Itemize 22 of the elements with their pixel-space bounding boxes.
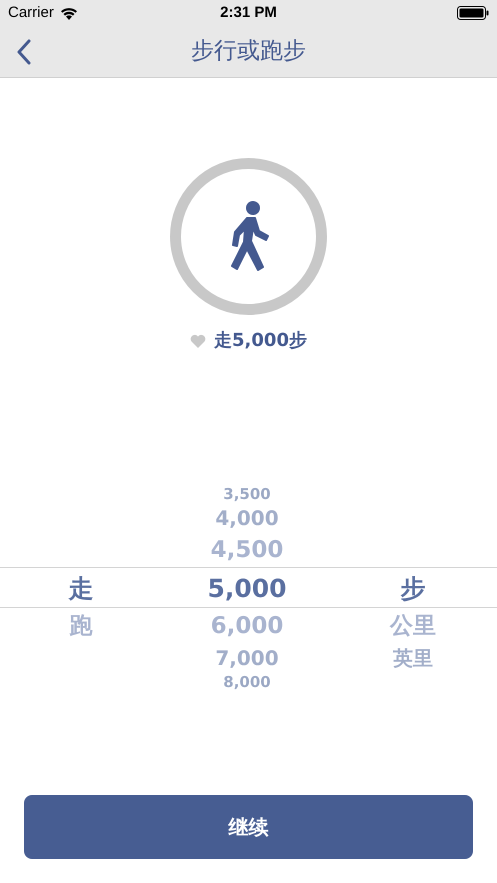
goal-caption: 走5,000步 — [214, 329, 307, 353]
picker-wheel[interactable]: 走 跑 3,500 4,000 4,500 5,000 6,000 7,000 8,000 步 公里 英里 — [0, 474, 497, 694]
picker-option[interactable]: 步 — [353, 576, 473, 600]
carrier-label: Carrier — [8, 2, 54, 23]
picker-option[interactable]: 6,000 — [187, 614, 307, 638]
picker-option[interactable]: 8,000 — [187, 674, 307, 690]
picker-option[interactable]: 公里 — [353, 614, 473, 638]
wifi-icon — [60, 6, 78, 20]
back-chevron-icon — [16, 38, 32, 64]
clock-time: 2:31 PM — [219, 2, 278, 23]
picker-option[interactable]: 5,000 — [187, 576, 307, 600]
picker-option[interactable]: 走 — [21, 576, 141, 600]
picker-option[interactable]: 英里 — [353, 648, 473, 668]
picker-option[interactable]: 7,000 — [187, 648, 307, 668]
continue-button[interactable]: 继续 — [24, 795, 473, 859]
battery-icon — [457, 6, 489, 20]
nav-title: 步行或跑步 — [190, 37, 307, 66]
picker-option[interactable]: 4,500 — [187, 538, 307, 562]
heart-icon — [190, 334, 206, 348]
picker-option[interactable]: 4,000 — [187, 508, 307, 528]
picker-option[interactable]: 3,500 — [187, 486, 307, 502]
picker-option[interactable]: 跑 — [21, 614, 141, 638]
